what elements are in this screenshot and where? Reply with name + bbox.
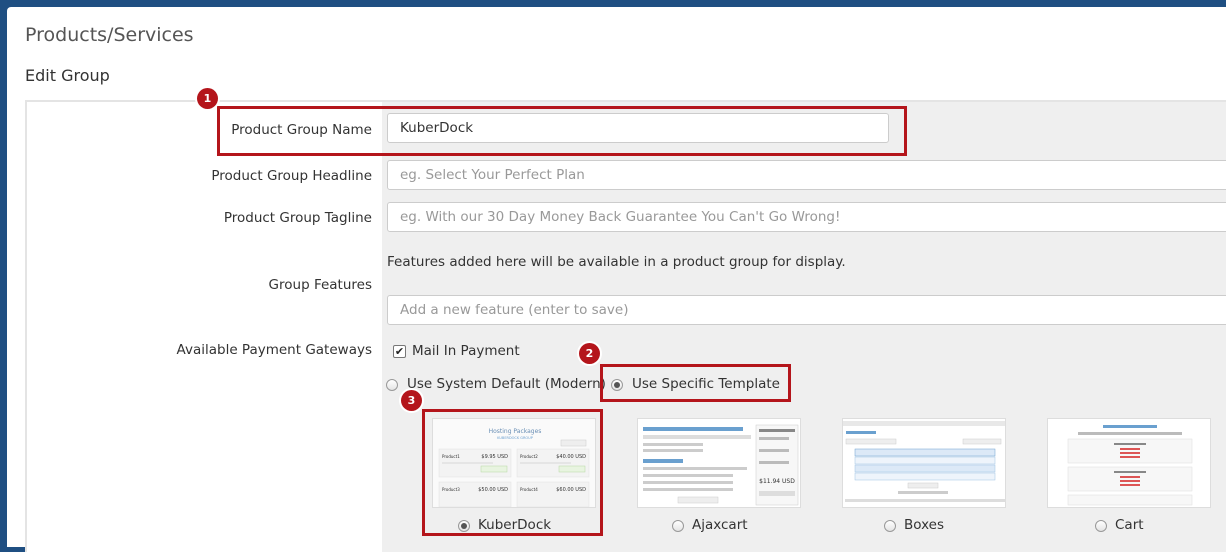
cart-template-label: Cart [1115,517,1144,533]
page-title: Products/Services [25,24,194,46]
ajaxcart-preview-total: $11.94 USD [759,478,795,485]
ajaxcart-template-thumbnail[interactable]: $11.94 USD [637,418,801,508]
annotation-badge-2: 2 [579,343,600,364]
annotation-box-2 [600,364,791,402]
template-default-radio[interactable] [386,379,398,391]
cart-template-thumbnail[interactable] [1047,418,1211,508]
boxes-template-label: Boxes [904,517,945,533]
section-subtitle: Edit Group [25,66,110,85]
boxes-template-radio[interactable] [884,520,896,532]
annotation-box-3 [422,409,603,536]
ajaxcart-template-radio[interactable] [672,520,684,532]
boxes-template-thumbnail[interactable] [842,418,1006,508]
boxes-preview-graphic [843,419,1005,507]
mail-in-payment-checkbox[interactable]: ✔ [393,345,406,358]
gateways-label: Available Payment Gateways [176,342,372,358]
tagline-label: Product Group Tagline [223,210,372,226]
features-help-text: Features added here will be available in… [387,254,846,270]
annotation-box-1 [217,106,907,156]
cart-preview-graphic [1048,419,1210,507]
feature-input[interactable] [387,295,1226,325]
annotation-badge-3: 3 [401,390,422,411]
edit-group-panel: Product Group Name Product Group Headlin… [25,88,1226,552]
mail-in-payment-label: Mail In Payment [412,343,520,359]
annotation-badge-1: 1 [197,88,218,109]
ajaxcart-preview-graphic: $11.94 USD [638,419,800,507]
headline-input[interactable] [387,160,1226,190]
tagline-input[interactable] [387,202,1226,232]
features-label: Group Features [268,277,372,293]
ajaxcart-template-label: Ajaxcart [692,517,748,533]
page: Products/Services Edit Group Product Gro… [7,7,1226,552]
template-default-label: Use System Default (Modern) [407,376,606,392]
cart-template-radio[interactable] [1095,520,1107,532]
headline-label: Product Group Headline [211,168,372,184]
